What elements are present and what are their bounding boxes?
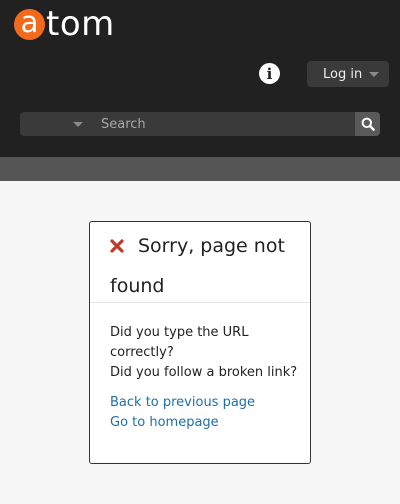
close-icon <box>110 239 124 253</box>
search-button[interactable] <box>355 112 380 136</box>
error-message: Did you type the URL correctly? Did you … <box>110 323 300 383</box>
search-input[interactable] <box>92 112 355 136</box>
chevron-down-icon <box>369 72 379 77</box>
logo-text: tom <box>46 4 115 44</box>
logo-letter: a <box>14 8 45 40</box>
error-line: Did you type the URL correctly? <box>110 325 249 360</box>
login-label: Log in <box>323 66 363 82</box>
secondary-bar <box>0 157 400 181</box>
search-icon <box>361 117 375 131</box>
site-header: a tom i Log in <box>0 0 400 157</box>
back-link[interactable]: Back to previous page <box>110 393 255 413</box>
atom-logo[interactable]: a tom <box>14 4 115 44</box>
login-button[interactable]: Log in <box>307 61 389 87</box>
homepage-link[interactable]: Go to homepage <box>110 413 255 433</box>
divider <box>90 302 310 303</box>
info-icon[interactable]: i <box>259 63 280 84</box>
error-title-row: Sorry, page not found <box>110 226 300 306</box>
error-line: Did you follow a broken link? <box>110 365 298 380</box>
error-links: Back to previous page Go to homepage <box>110 393 255 433</box>
chevron-down-icon <box>73 122 83 127</box>
error-panel: Sorry, page not found Did you type the U… <box>89 221 311 464</box>
page-title: Sorry, page not found <box>110 235 285 297</box>
search-scope-select[interactable] <box>20 112 92 136</box>
